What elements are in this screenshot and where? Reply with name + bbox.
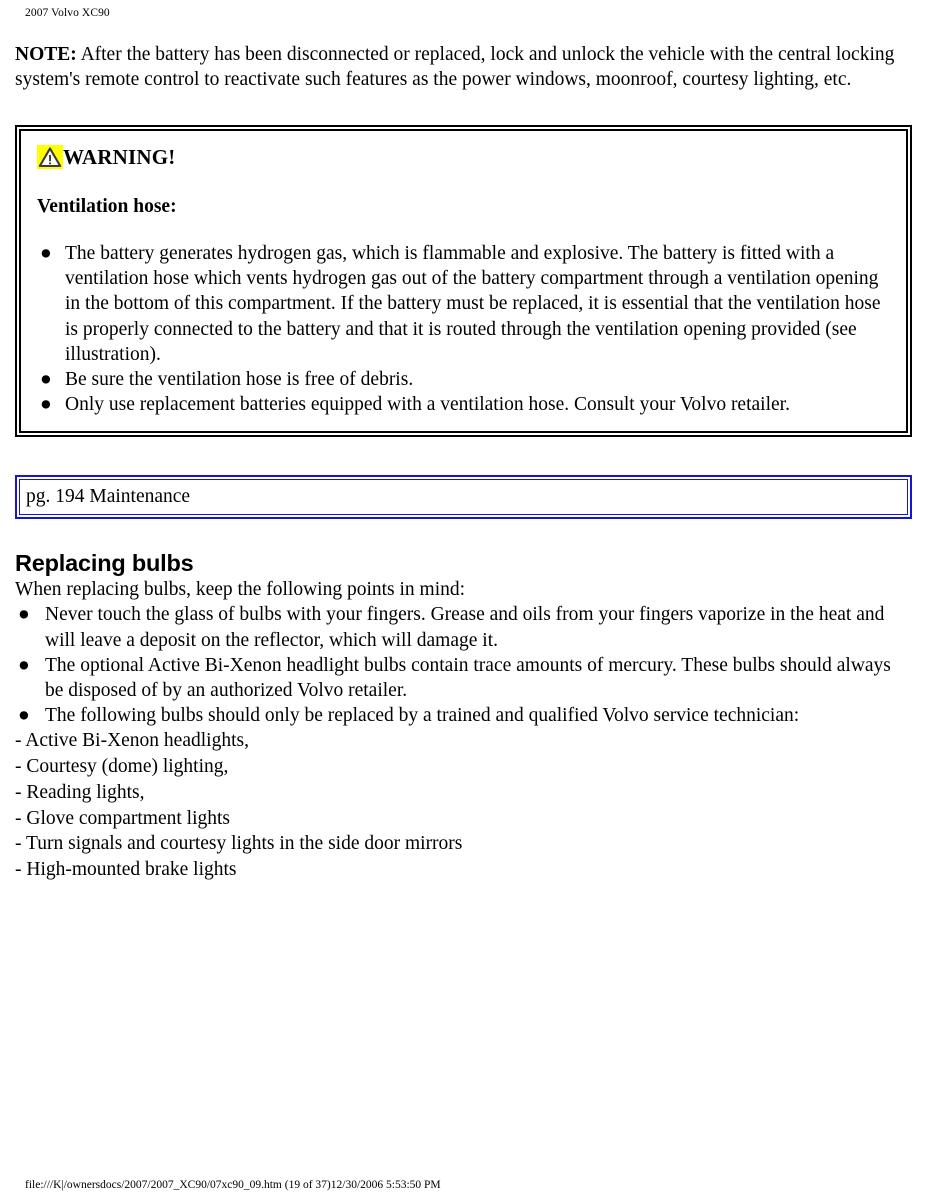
- list-item-text: The optional Active Bi-Xenon headlight b…: [45, 654, 891, 702]
- page-reference-link[interactable]: pg. 194 Maintenance: [26, 486, 190, 507]
- note-label: NOTE:: [15, 44, 77, 65]
- list-item-text: Never touch the glass of bulbs with your…: [45, 604, 885, 651]
- list-item: ● The optional Active Bi-Xenon headlight …: [15, 653, 912, 703]
- list-item: ● Only use replacement batteries equipped…: [35, 392, 890, 417]
- section-heading-replacing-bulbs: Replacing bulbs: [15, 550, 194, 577]
- bullet-glyph: ●: [40, 243, 52, 264]
- bulbs-bullet-list: ● Never touch the glass of bulbs with you…: [15, 602, 912, 728]
- page-footer-path: file:///K|/ownersdocs/2007/2007_XC90/07x…: [25, 1179, 441, 1191]
- document-content: NOTE: After the battery has been disconn…: [15, 42, 912, 883]
- list-item: - Active Bi-Xenon headlights,: [15, 730, 249, 752]
- warning-box-inner: WARNING! Ventilation hose: ● The battery …: [19, 129, 908, 434]
- note-text: After the battery has been disconnected …: [15, 44, 895, 90]
- list-item: - Reading lights,: [15, 781, 145, 803]
- list-item: - Glove compartment lights: [15, 807, 230, 829]
- warning-triangle-icon: [37, 145, 63, 169]
- warning-title: WARNING!: [63, 145, 176, 169]
- list-item: ● The battery generates hydrogen gas, whi…: [35, 241, 890, 367]
- note-paragraph: NOTE: After the battery has been disconn…: [15, 42, 912, 92]
- list-item: ● Never touch the glass of bulbs with you…: [15, 602, 912, 652]
- list-item-text: Only use replacement batteries equipped …: [65, 394, 790, 416]
- bullet-glyph: ●: [40, 394, 52, 416]
- page-reference-box-inner: pg. 194 Maintenance: [19, 479, 908, 516]
- warning-subtitle: Ventilation hose:: [37, 196, 177, 217]
- warning-bullet-list: ● The battery generates hydrogen gas, whi…: [35, 241, 890, 417]
- warning-title-row: WARNING!: [37, 145, 890, 169]
- section-intro-text: When replacing bulbs, keep the following…: [15, 579, 466, 601]
- warning-box: WARNING! Ventilation hose: ● The battery …: [15, 125, 912, 438]
- list-item: ● Be sure the ventilation hose is free of…: [35, 367, 890, 392]
- bulbs-dash-list: - Active Bi-Xenon headlights, - Courtesy…: [15, 728, 912, 882]
- bullet-glyph: ●: [18, 654, 30, 676]
- page-header-title: 2007 Volvo XC90: [25, 7, 110, 19]
- list-item: - High-mounted brake lights: [15, 858, 237, 880]
- bullet-glyph: ●: [18, 705, 30, 727]
- list-item-text: The following bulbs should only be repla…: [45, 705, 800, 727]
- list-item: ● The following bulbs should only be repl…: [15, 703, 912, 728]
- list-item: - Courtesy (dome) lighting,: [15, 756, 229, 778]
- list-item-text: The battery generates hydrogen gas, whic…: [65, 243, 881, 365]
- bullet-glyph: ●: [40, 369, 52, 391]
- list-item: - Turn signals and courtesy lights in th…: [15, 833, 463, 855]
- list-item-text: Be sure the ventilation hose is free of …: [65, 369, 414, 391]
- page-reference-box[interactable]: pg. 194 Maintenance: [15, 475, 912, 520]
- bullet-glyph: ●: [18, 604, 30, 626]
